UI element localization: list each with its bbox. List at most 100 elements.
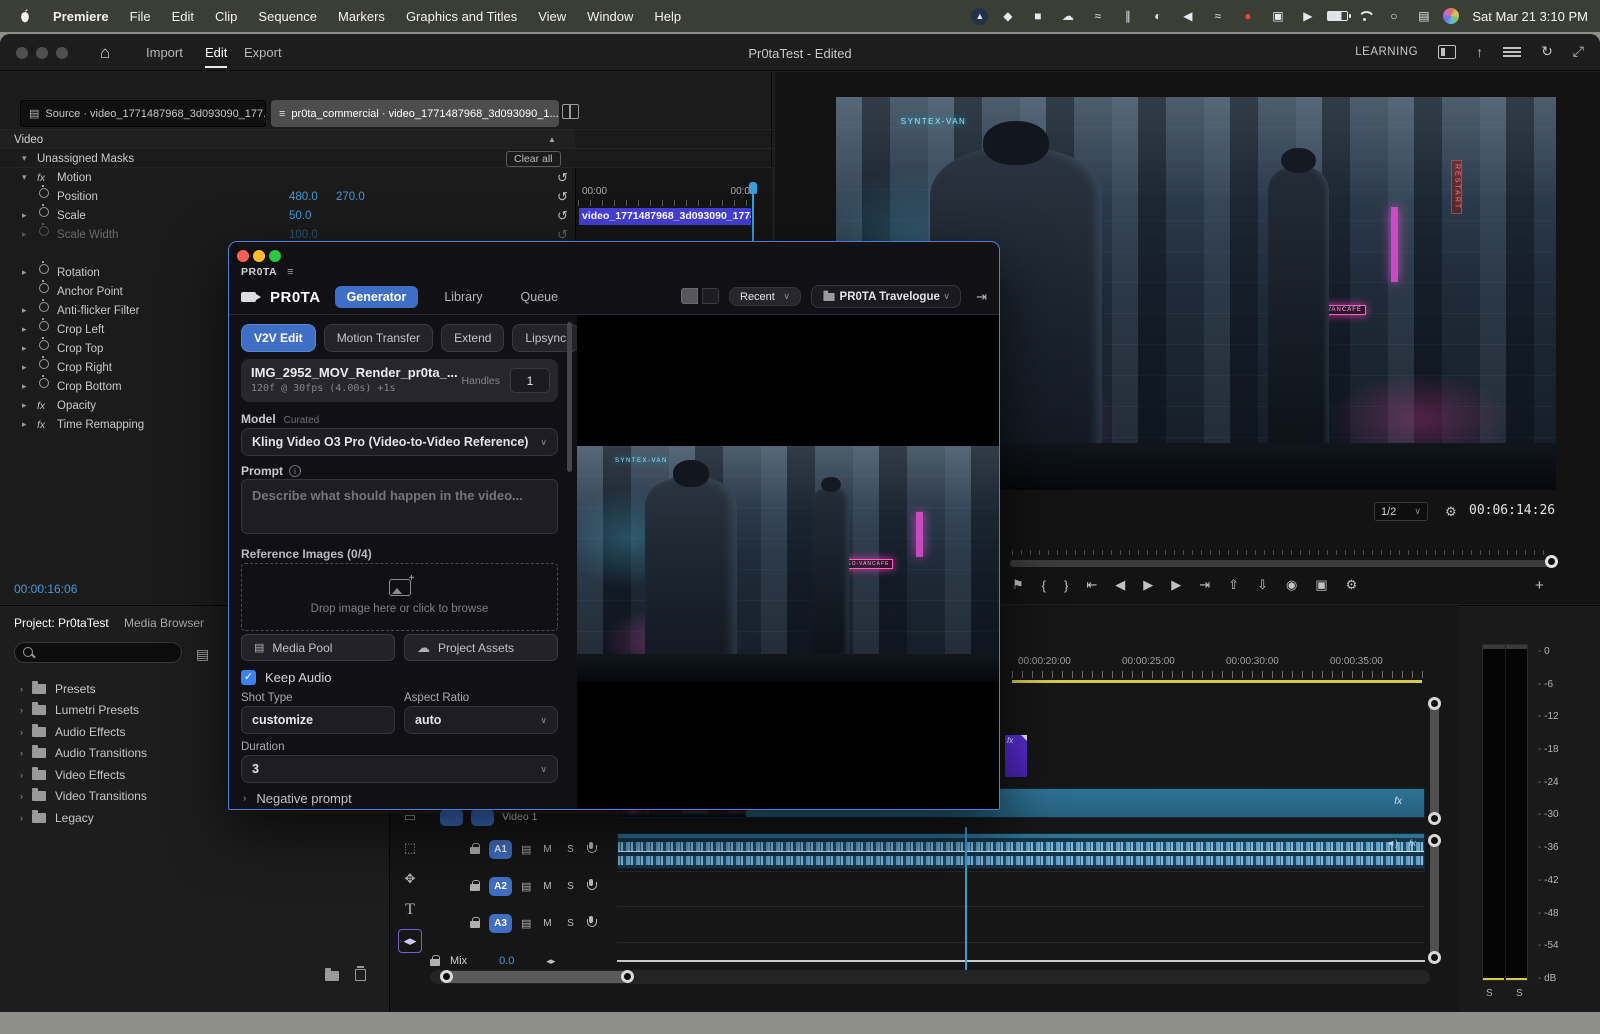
effect-row[interactable]: ▾ fx Motion ↺ bbox=[0, 168, 575, 187]
tab-media-browser[interactable]: Media Browser bbox=[124, 616, 204, 630]
timeline-clip-audio1[interactable]: ◄) fx bbox=[617, 833, 1425, 869]
chevron-icon[interactable]: ▸ bbox=[22, 400, 37, 411]
chevron-icon[interactable]: ▾ bbox=[22, 172, 37, 183]
solo-button[interactable]: S bbox=[563, 918, 577, 929]
work-area-bar[interactable] bbox=[1012, 680, 1422, 683]
track-badge[interactable]: A1 bbox=[489, 840, 512, 859]
remix-tool-icon[interactable]: ◂▸ bbox=[398, 929, 422, 953]
chevron-status-icon[interactable]: ◀ bbox=[1177, 7, 1198, 25]
search-box[interactable] bbox=[14, 642, 182, 663]
project-folder-row[interactable]: › Legacy bbox=[0, 807, 390, 829]
solo-right-button[interactable]: S bbox=[1516, 988, 1523, 999]
windows-stack-status-icon[interactable]: ▣ bbox=[1267, 7, 1288, 25]
go-to-out-button[interactable]: ⇥ bbox=[1199, 577, 1210, 593]
clear-all-button[interactable]: Clear all bbox=[506, 151, 561, 167]
duration-dropdown[interactable]: 3 ∨ bbox=[241, 755, 558, 783]
mic-icon[interactable] bbox=[586, 842, 596, 856]
source-clip-tab[interactable]: ▤ Source · video_1771487968_3d093090_177… bbox=[20, 100, 266, 127]
step-back-button[interactable]: ◀ bbox=[1115, 577, 1125, 593]
zoom-plugin-button[interactable] bbox=[269, 250, 281, 262]
keys-status-icon[interactable]: ≈ bbox=[1087, 7, 1108, 25]
chevron-icon[interactable]: ▸ bbox=[22, 267, 37, 278]
chevron-icon[interactable]: ▸ bbox=[22, 362, 37, 373]
add-marker-button[interactable]: ⚑ bbox=[1012, 577, 1024, 593]
pause-status-icon[interactable]: ∥ bbox=[1117, 7, 1138, 25]
menu-item[interactable]: Window bbox=[587, 9, 633, 24]
play-circle-status-icon[interactable]: ▶ bbox=[1297, 7, 1318, 25]
chevron-icon[interactable]: ▸ bbox=[22, 381, 37, 392]
source-patch-v1[interactable] bbox=[440, 809, 463, 826]
go-to-in-button[interactable]: ⇤ bbox=[1086, 577, 1097, 593]
vscroll-knob[interactable] bbox=[1428, 812, 1441, 825]
stopwatch-icon[interactable]: fx bbox=[37, 419, 57, 431]
menu-item[interactable]: Sequence bbox=[258, 9, 317, 24]
apple-menu-icon[interactable] bbox=[18, 8, 32, 24]
extract-button[interactable]: ⇩ bbox=[1257, 577, 1268, 593]
project-dropdown[interactable]: PR0TA Travelogue ∨ bbox=[811, 285, 961, 308]
chevron-right-icon[interactable]: › bbox=[20, 684, 23, 694]
track-select-tool-icon[interactable]: ⬚ bbox=[398, 836, 422, 860]
prompt-textarea[interactable] bbox=[241, 479, 558, 534]
workspace-label[interactable]: LEARNING bbox=[1355, 46, 1418, 58]
menubar-clock[interactable]: Sat Mar 21 3:10 PM bbox=[1472, 9, 1588, 24]
patch-icon[interactable]: ▤ bbox=[521, 917, 531, 930]
track-badge[interactable]: A2 bbox=[489, 877, 512, 896]
solo-button[interactable]: S bbox=[563, 881, 577, 892]
plugin-tab-generator[interactable]: Generator bbox=[335, 286, 419, 308]
settings-button[interactable]: ⚙ bbox=[1346, 577, 1358, 593]
video-section-row[interactable]: Video ▲ bbox=[0, 130, 575, 149]
project-assets-button[interactable]: ☁ Project Assets bbox=[404, 634, 558, 661]
chevron-right-icon[interactable]: › bbox=[243, 793, 246, 804]
mic-icon[interactable] bbox=[586, 879, 596, 893]
timeline-playhead[interactable] bbox=[965, 827, 967, 973]
stopwatch-icon[interactable]: fx bbox=[37, 172, 57, 184]
patch-icon[interactable]: ▤ bbox=[521, 880, 531, 893]
menu-item[interactable]: File bbox=[130, 9, 151, 24]
vscroll-knob[interactable] bbox=[1428, 951, 1441, 964]
chevron-right-icon[interactable]: › bbox=[20, 791, 23, 801]
reset-icon[interactable]: ↺ bbox=[557, 170, 568, 186]
play-button[interactable]: ▶ bbox=[1143, 577, 1153, 593]
lift-button[interactable]: ⇧ bbox=[1228, 577, 1239, 593]
close-plugin-button[interactable] bbox=[237, 250, 249, 262]
chevron-icon[interactable]: ▸ bbox=[22, 419, 37, 430]
export-frame-button[interactable]: ◉ bbox=[1286, 577, 1297, 593]
menu-item[interactable]: Premiere bbox=[53, 9, 109, 24]
recent-dropdown[interactable]: Recent ∨ bbox=[729, 287, 801, 306]
effect-value-x[interactable]: 480.0 bbox=[289, 191, 318, 203]
cloud-upload-status-icon[interactable]: ☁ bbox=[1057, 7, 1078, 25]
mode-motion-transfer[interactable]: Motion Transfer bbox=[324, 324, 433, 352]
mute-button[interactable]: M bbox=[540, 918, 554, 929]
mic-icon[interactable] bbox=[586, 916, 596, 930]
clip-bar[interactable]: video_1771487968_3d093090_17741 bbox=[579, 208, 751, 225]
clip-card[interactable]: IMG_2952_MOV_Render_pr0ta_... 120f @ 30f… bbox=[241, 359, 558, 402]
toggles-status-icon[interactable]: ▤ bbox=[1413, 7, 1434, 25]
chevron-icon[interactable]: ▸ bbox=[22, 305, 37, 316]
hand-tool-icon[interactable]: ✥ bbox=[398, 867, 422, 891]
patch-icon[interactable]: ▤ bbox=[521, 843, 531, 856]
timeline-ruler[interactable]: 00:00:20:0000:00:25:0000:00:30:0000:00:3… bbox=[1012, 656, 1425, 669]
chevron-right-icon[interactable]: › bbox=[20, 705, 23, 715]
menu-item[interactable]: Help bbox=[654, 9, 681, 24]
program-scrubber[interactable] bbox=[1010, 560, 1550, 567]
menu-item[interactable]: Clip bbox=[215, 9, 237, 24]
mark-out-button[interactable]: } bbox=[1064, 578, 1068, 593]
handles-input[interactable] bbox=[510, 368, 550, 393]
menu-item[interactable]: View bbox=[538, 9, 566, 24]
mute-button[interactable]: M bbox=[540, 844, 554, 855]
lock-icon[interactable] bbox=[470, 917, 480, 929]
unassigned-masks-row[interactable]: ▾ Unassigned Masks Clear all bbox=[0, 149, 575, 168]
record-status-icon[interactable]: ● bbox=[1237, 7, 1258, 25]
panel-layout-icon[interactable] bbox=[1438, 45, 1456, 59]
plugin-scrollbar[interactable] bbox=[567, 322, 572, 472]
solo-button[interactable]: S bbox=[563, 844, 577, 855]
timeline-clip-graphics[interactable]: fx bbox=[1005, 735, 1027, 777]
effect-row[interactable]: Position 480.0 270.0 ↺ bbox=[0, 187, 575, 206]
plugin-tab-library[interactable]: Library bbox=[432, 286, 494, 308]
playback-resolution-dropdown[interactable]: 1/2 ∨ bbox=[1374, 502, 1428, 521]
reset-icon[interactable]: ↺ bbox=[557, 208, 568, 224]
chevron-right-icon[interactable]: › bbox=[20, 770, 23, 780]
keyframe-navigator-icon[interactable]: ◂▸ bbox=[546, 956, 555, 967]
battery-status-icon[interactable] bbox=[1327, 11, 1348, 21]
effect-value-x[interactable]: 100.0 bbox=[289, 229, 318, 241]
